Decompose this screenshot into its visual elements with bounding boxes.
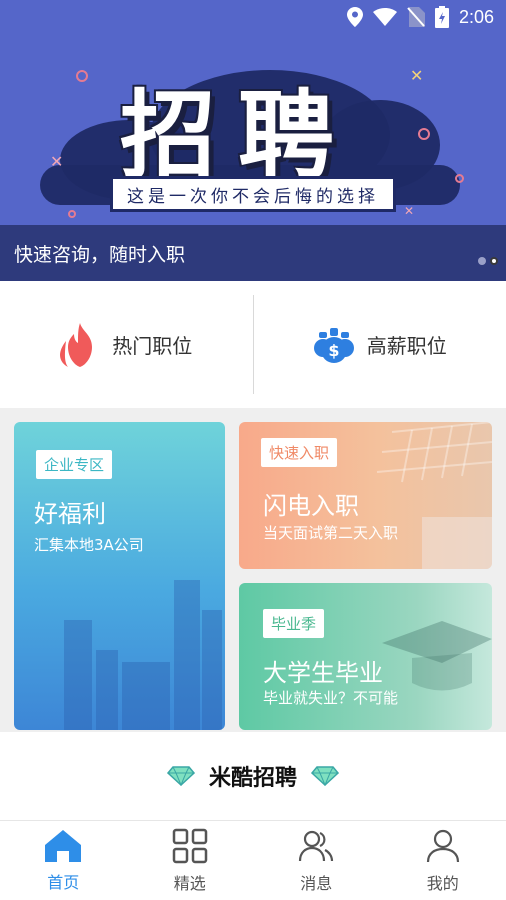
hot-jobs-label: 热门职位: [112, 334, 193, 358]
banner-caption-text: 快速咨询，随时入职: [14, 243, 186, 266]
nav-home[interactable]: 首页: [0, 821, 127, 900]
home-icon: [45, 829, 82, 862]
money-bag-icon: $: [313, 327, 354, 363]
user-icon: [426, 829, 459, 862]
sparkle-decoration: ✕: [404, 204, 415, 218]
grid-icon: [172, 828, 207, 863]
contacts-icon: [299, 830, 334, 861]
graduate-card[interactable]: 毕业季 大学生毕业 毕业就失业？不可能: [239, 583, 492, 730]
nav-home-label: 首页: [47, 872, 80, 892]
carousel-indicator: [478, 257, 498, 265]
fast-hire-card[interactable]: 快速入职 闪电入职 当天面试第二天入职: [239, 422, 492, 569]
ring-decoration: [68, 210, 76, 218]
ring-decoration: [76, 70, 88, 82]
building-decoration: [174, 580, 200, 730]
banner-caption: 快速咨询，随时入职: [0, 225, 506, 281]
carousel-dot-active[interactable]: [490, 257, 498, 265]
high-salary-jobs-label: 高薪职位: [366, 334, 447, 358]
enterprise-title: 好福利: [34, 500, 106, 528]
graduate-desc: 毕业就失业？不可能: [263, 689, 399, 707]
no-sim-icon: [407, 7, 425, 27]
fast-hire-title: 闪电入职: [263, 492, 359, 520]
fast-hire-tag: 快速入职: [261, 438, 338, 467]
banner-subtitle: 这是一次你不会后悔的选择: [110, 176, 396, 212]
carousel-dot[interactable]: [478, 257, 486, 265]
graduate-tag: 毕业季: [263, 609, 325, 638]
sparkle-decoration: ✕: [50, 152, 64, 171]
status-bar: 2:06: [0, 0, 506, 34]
building-decoration: [122, 662, 170, 730]
brand-row: 米酷招聘: [0, 732, 506, 820]
diamond-icon: [166, 766, 195, 786]
hot-jobs-button[interactable]: 热门职位: [0, 281, 253, 408]
flame-icon: [60, 322, 93, 367]
graduate-title: 大学生毕业: [263, 659, 383, 687]
wifi-icon: [372, 8, 397, 26]
category-row: 热门职位 $ 高薪职位: [0, 281, 506, 408]
enterprise-tag: 企业专区: [36, 450, 113, 479]
enterprise-desc: 汇集本地3A公司: [34, 536, 144, 554]
nav-messages-label: 消息: [300, 873, 333, 893]
nav-profile-label: 我的: [426, 873, 459, 893]
nav-featured[interactable]: 精选: [127, 821, 254, 900]
diamond-icon: [311, 766, 339, 786]
nav-featured-label: 精选: [173, 873, 206, 893]
feature-cards: 企业专区 好福利 汇集本地3A公司 快速入职 闪电入职 当天面试第二天入职 毕业…: [0, 408, 506, 732]
battery-icon: [434, 6, 449, 28]
building-decoration: [202, 610, 222, 730]
ring-decoration: [418, 128, 430, 140]
ring-decoration: [455, 174, 464, 183]
sparkle-decoration: ✕: [410, 66, 424, 85]
status-time: 2:06: [458, 6, 494, 27]
keyboard-illustration: [376, 422, 492, 569]
bottom-nav: 首页 精选 消息 我的: [0, 820, 506, 900]
building-decoration: [96, 650, 118, 730]
enterprise-card[interactable]: 企业专区 好福利 汇集本地3A公司: [14, 422, 225, 730]
fast-hire-desc: 当天面试第二天入职: [263, 524, 399, 542]
svg-text:$: $: [328, 341, 339, 360]
building-decoration: [64, 620, 92, 730]
banner-carousel[interactable]: 2:06 ✕ ✕ ✕ 招聘 这是一次你不会后悔的选择 快速咨询，随时入职: [0, 0, 506, 281]
nav-profile[interactable]: 我的: [380, 821, 506, 900]
brand-name: 米酷招聘: [208, 766, 297, 791]
location-icon: [346, 7, 363, 27]
high-salary-jobs-button[interactable]: $ 高薪职位: [254, 281, 506, 408]
nav-messages[interactable]: 消息: [253, 821, 380, 900]
